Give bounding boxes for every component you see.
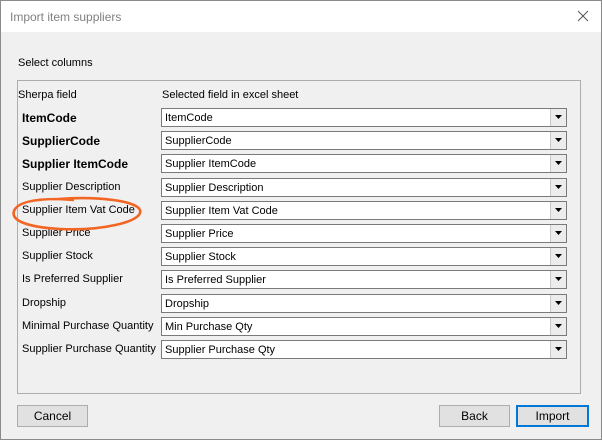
row-label: SupplierCode bbox=[22, 134, 101, 148]
chevron-down-icon bbox=[555, 161, 562, 165]
dropdown-button[interactable] bbox=[550, 318, 566, 335]
field-select-value: Is Preferred Supplier bbox=[165, 274, 266, 286]
chevron-down-icon bbox=[555, 277, 562, 281]
window-title: Import item suppliers bbox=[10, 10, 122, 24]
dropdown-button[interactable] bbox=[550, 132, 566, 149]
field-select[interactable]: ItemCode bbox=[161, 108, 567, 127]
chevron-down-icon bbox=[555, 254, 562, 258]
field-select-value: Min Purchase Qty bbox=[165, 321, 253, 333]
dropdown-button[interactable] bbox=[550, 155, 566, 172]
field-select[interactable]: Supplier Purchase Qty bbox=[161, 340, 567, 359]
field-select[interactable]: Dropship bbox=[161, 294, 567, 313]
field-select[interactable]: Supplier ItemCode bbox=[161, 154, 567, 173]
cancel-button[interactable]: Cancel bbox=[17, 405, 88, 427]
field-select[interactable]: SupplierCode bbox=[161, 131, 567, 150]
dropdown-button[interactable] bbox=[550, 179, 566, 196]
chevron-down-icon bbox=[555, 231, 562, 235]
chevron-down-icon bbox=[555, 347, 562, 351]
row-label: Supplier ItemCode bbox=[22, 157, 129, 171]
row-label: Supplier Price bbox=[22, 227, 91, 239]
field-select-value: Supplier Item Vat Code bbox=[165, 205, 278, 217]
dropdown-button[interactable] bbox=[550, 295, 566, 312]
field-select-value: ItemCode bbox=[165, 112, 213, 124]
chevron-down-icon bbox=[555, 301, 562, 305]
section-label: Select columns bbox=[18, 57, 93, 69]
row-label: Dropship bbox=[22, 297, 67, 309]
field-select-value: Supplier Purchase Qty bbox=[165, 344, 276, 356]
field-select-value: Supplier Description bbox=[165, 182, 264, 194]
field-select[interactable]: Is Preferred Supplier bbox=[161, 270, 567, 289]
chevron-down-icon bbox=[555, 115, 562, 119]
import-button[interactable]: Import bbox=[516, 405, 589, 427]
chevron-down-icon bbox=[555, 208, 562, 212]
row-label: Supplier Stock bbox=[22, 250, 93, 262]
row-label: Is Preferred Supplier bbox=[22, 273, 123, 285]
row-label: Minimal Purchase Quantity bbox=[22, 320, 154, 332]
close-icon bbox=[577, 10, 589, 22]
dropdown-button[interactable] bbox=[550, 109, 566, 126]
field-select[interactable]: Supplier Price bbox=[161, 224, 567, 243]
dropdown-button[interactable] bbox=[550, 271, 566, 288]
chevron-down-icon bbox=[555, 185, 562, 189]
dropdown-button[interactable] bbox=[550, 248, 566, 265]
dropdown-button[interactable] bbox=[550, 341, 566, 358]
chevron-down-icon bbox=[555, 138, 562, 142]
field-select[interactable]: Supplier Description bbox=[161, 178, 567, 197]
chevron-down-icon bbox=[555, 324, 562, 328]
dropdown-button[interactable] bbox=[550, 225, 566, 242]
field-select-value: SupplierCode bbox=[165, 135, 232, 147]
field-select[interactable]: Min Purchase Qty bbox=[161, 317, 567, 336]
field-select-value: Supplier ItemCode bbox=[165, 158, 257, 170]
field-select-value: Dropship bbox=[165, 298, 210, 310]
title-bar: Import item suppliers bbox=[1, 1, 601, 32]
row-label: ItemCode bbox=[22, 111, 77, 125]
field-select-value: Supplier Price bbox=[165, 228, 234, 240]
column-header-excel-field: Selected field in excel sheet bbox=[162, 89, 299, 101]
row-label: Supplier Purchase Quantity bbox=[22, 343, 156, 355]
row-label: Supplier Item Vat Code bbox=[22, 204, 135, 216]
column-header-sherpa-field: Sherpa field bbox=[18, 89, 77, 101]
field-select[interactable]: Supplier Stock bbox=[161, 247, 567, 266]
row-label: Supplier Description bbox=[22, 181, 121, 193]
field-select-value: Supplier Stock bbox=[165, 251, 236, 263]
close-button[interactable] bbox=[573, 6, 593, 26]
dropdown-button[interactable] bbox=[550, 202, 566, 219]
field-select[interactable]: Supplier Item Vat Code bbox=[161, 201, 567, 220]
back-button[interactable]: Back bbox=[439, 405, 510, 427]
